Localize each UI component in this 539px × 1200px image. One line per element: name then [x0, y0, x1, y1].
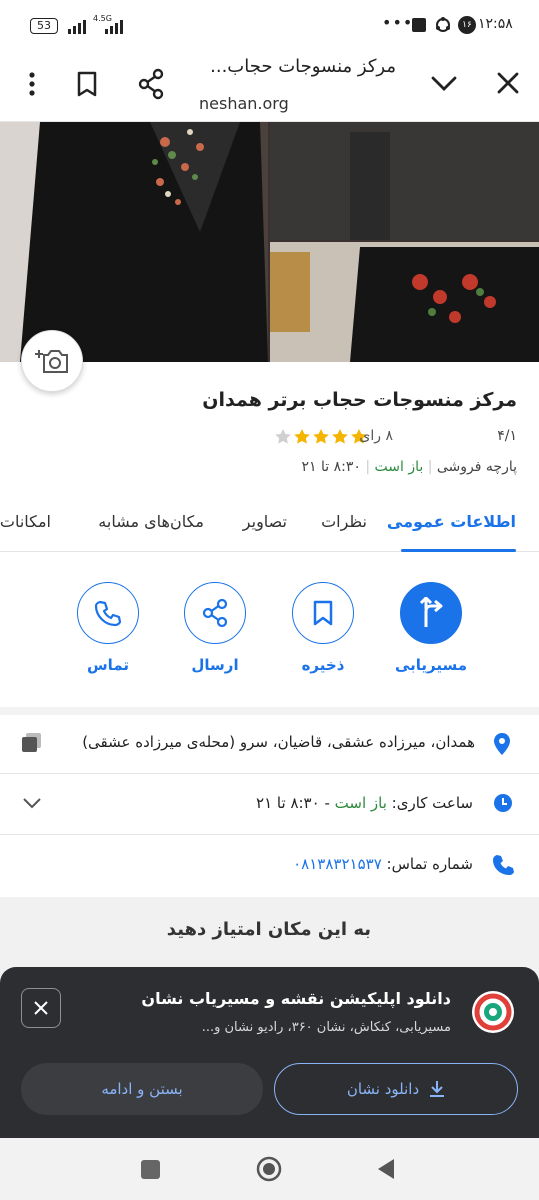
send-label: ارسال	[191, 656, 239, 674]
tab-general-info[interactable]: اطلاعات عمومی	[387, 512, 516, 531]
app-notification-icon	[412, 18, 426, 32]
app-download-banner: دانلود اپلیکیشن نقشه و مسیریاب نشان مسیر…	[0, 967, 539, 1138]
add-photo-button[interactable]	[21, 330, 83, 392]
share-icon[interactable]	[136, 68, 166, 100]
directions-icon	[419, 597, 443, 627]
category-line: پارچه فروشی | باز است | ۸:۳۰ تا ۲۱	[301, 459, 517, 475]
route-label: مسیریابی	[394, 656, 468, 674]
hours-row[interactable]: ساعت کاری: باز است - ۸:۳۰ تا ۲۱	[0, 774, 539, 834]
call-label: تماس	[86, 656, 130, 674]
phone-text: شماره تماس: ۰۸۱۳۸۳۲۱۵۳۷	[293, 855, 473, 873]
phone-icon	[94, 600, 122, 627]
category: پارچه فروشی	[436, 459, 517, 475]
phone-filled-icon	[492, 854, 514, 876]
banner-subtitle: مسیریابی، کنکاش، نشان ۳۶۰، رادیو نشان و.…	[201, 1020, 451, 1035]
address-row[interactable]: همدان، میرزاده عشقی، قاضیان، سرو (محله‌ی…	[0, 715, 539, 773]
close-and-continue-button[interactable]: بستن و ادامه	[21, 1063, 263, 1115]
bookmark-outline-icon	[313, 600, 333, 626]
status-bar: 53 4.5G ••• ۱۶ ۱۲:۵۸	[0, 0, 539, 50]
opening-hours: ۸:۳۰ تا ۲۱	[301, 459, 361, 475]
download-label: دانلود نشان	[346, 1080, 420, 1098]
rating-stars	[273, 428, 369, 446]
copy-icon[interactable]	[20, 731, 44, 755]
clock-icon	[493, 793, 513, 813]
close-icon	[34, 1001, 48, 1015]
chevron-down-icon[interactable]	[430, 74, 458, 94]
back-icon[interactable]	[376, 1158, 396, 1180]
download-app-button[interactable]: دانلود نشان	[274, 1063, 518, 1115]
more-dots-icon: •••	[382, 13, 414, 32]
page-url[interactable]: neshan.org	[199, 94, 289, 113]
network-type: 4.5G	[93, 14, 112, 23]
active-tab-indicator	[401, 549, 516, 552]
tab-photos[interactable]: تصاویر	[243, 512, 287, 531]
place-photo-gallery[interactable]	[0, 122, 539, 362]
send-button[interactable]	[184, 582, 246, 644]
call-button[interactable]	[77, 582, 139, 644]
tab-similar-places[interactable]: مکان‌های مشابه	[98, 512, 204, 531]
banner-close-button[interactable]	[21, 988, 61, 1028]
home-icon[interactable]	[256, 1156, 282, 1182]
tab-bar: اطلاعات عمومی نظرات تصاویر مکان‌های مشاب…	[0, 500, 539, 552]
star-icon	[313, 429, 329, 444]
notification-badge: ۱۶	[458, 16, 476, 34]
vote-count: ۸ رای	[359, 428, 393, 444]
sync-icon	[434, 16, 452, 34]
phone-number[interactable]: ۰۸۱۳۸۳۲۱۵۳۷	[293, 855, 382, 873]
phone-row[interactable]: شماره تماس: ۰۸۱۳۸۳۲۱۵۳۷	[0, 835, 539, 895]
star-icon	[294, 429, 310, 444]
download-icon	[430, 1081, 445, 1097]
save-label: ذخیره	[301, 656, 345, 674]
tab-reviews[interactable]: نظرات	[321, 512, 367, 531]
location-pin-icon	[492, 732, 512, 756]
open-status: باز است	[374, 459, 424, 475]
camera-add-icon	[35, 350, 68, 373]
menu-dots-icon[interactable]	[21, 70, 43, 98]
tab-facilities[interactable]: امکانات	[0, 512, 51, 531]
phone-label: شماره تماس:	[386, 855, 473, 873]
rating-value: ۴/۱	[497, 428, 517, 444]
neshan-logo-icon	[470, 989, 516, 1035]
bookmark-icon[interactable]	[75, 70, 99, 98]
hours-range: - ۸:۳۰ تا ۲۱	[256, 794, 330, 812]
route-button[interactable]	[400, 582, 462, 644]
place-title: مرکز منسوجات حجاب برتر همدان	[202, 389, 517, 411]
close-icon[interactable]	[495, 70, 521, 96]
star-icon	[332, 429, 348, 444]
hours-status: باز است	[334, 794, 387, 812]
battery-indicator: 53	[30, 18, 58, 34]
page-title: مرکز منسوجات حجاب...	[210, 56, 396, 77]
clock: ۱۲:۵۸	[478, 16, 513, 32]
recents-icon[interactable]	[141, 1160, 160, 1179]
rate-title: به این مکان امتیاز دهید	[166, 919, 371, 940]
hours-text: ساعت کاری: باز است - ۸:۳۰ تا ۲۱	[256, 794, 473, 812]
save-button[interactable]	[292, 582, 354, 644]
section-divider	[0, 707, 539, 715]
banner-title: دانلود اپلیکیشن نقشه و مسیریاب نشان	[141, 989, 451, 1008]
system-nav-bar	[0, 1138, 539, 1200]
browser-toolbar: مرکز منسوجات حجاب... neshan.org	[0, 50, 539, 122]
expand-chevron-icon[interactable]	[22, 796, 42, 810]
star-icon	[275, 429, 291, 444]
address-text: همدان، میرزاده عشقی، قاضیان، سرو (محله‌ی…	[82, 733, 475, 751]
hours-label: ساعت کاری:	[391, 794, 473, 812]
share-outline-icon	[202, 598, 228, 628]
